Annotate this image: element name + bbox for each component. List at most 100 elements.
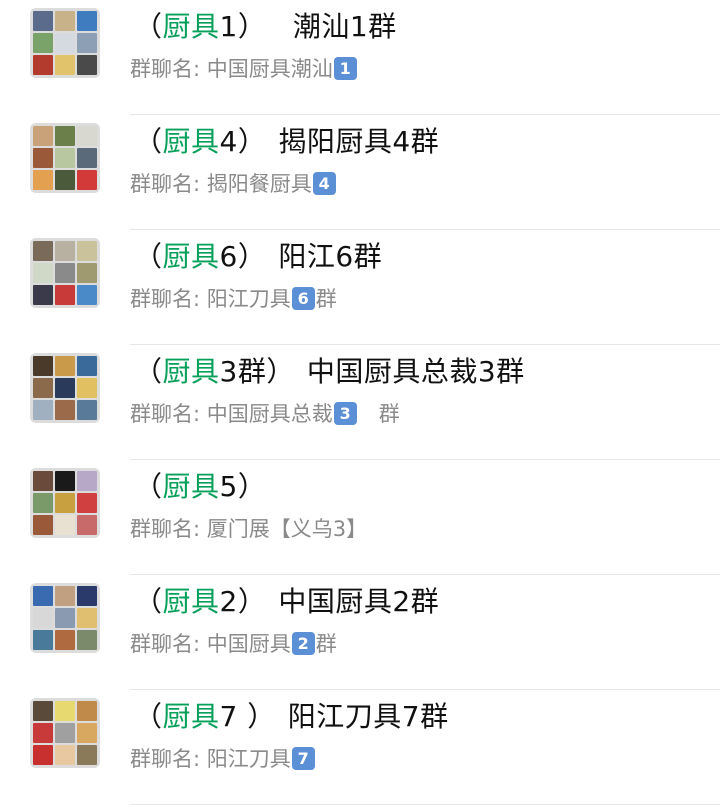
- member-avatar-tile: [55, 586, 75, 606]
- member-avatar-tile: [55, 378, 75, 398]
- member-avatar-tile: [33, 723, 53, 743]
- group-chat-name: 群聊名: 厦门展【义乌3】: [130, 515, 367, 543]
- group-chat-row[interactable]: （厨具5） 群聊名: 厦门展【义乌3】: [0, 460, 720, 575]
- group-chat-row[interactable]: （厨具2） 中国厨具2群 群聊名: 中国厨具 2 群: [0, 575, 720, 690]
- member-avatar-tile: [55, 471, 75, 491]
- member-avatar-tile: [55, 263, 75, 283]
- chat-name-text: 群聊名: 阳江刀具: [130, 747, 291, 771]
- member-avatar-tile: [77, 378, 97, 398]
- group-title: （厨具3群） 中国厨具总裁3群: [134, 355, 525, 389]
- member-avatar-tile: [55, 630, 75, 650]
- member-avatar-tile: [33, 515, 53, 535]
- keyword-highlight: 厨具: [162, 585, 220, 618]
- group-title: （厨具4） 揭阳厨具4群: [134, 125, 439, 159]
- member-avatar-tile: [55, 608, 75, 628]
- group-list: （厨具1） 潮汕1群 群聊名: 中国厨具潮汕 1 （厨具4） 揭阳厨具4群 群聊名: 揭阳…: [0, 0, 720, 805]
- member-avatar-tile: [77, 723, 97, 743]
- member-avatar-tile: [55, 241, 75, 261]
- group-name: 潮汕1群: [264, 10, 397, 43]
- member-avatar-tile: [77, 630, 97, 650]
- member-avatar-tile: [33, 263, 53, 283]
- group-title: （厨具7 ） 阳江刀具7群: [134, 700, 449, 734]
- member-avatar-tile: [77, 263, 97, 283]
- group-chat-row[interactable]: （厨具7 ） 阳江刀具7群群聊名: 阳江刀具 7: [0, 690, 720, 805]
- title-suffix: 3群）: [219, 355, 295, 388]
- title-suffix: 7 ）: [219, 700, 276, 733]
- member-avatar-tile: [77, 241, 97, 261]
- keyword-highlight: 厨具: [162, 240, 220, 273]
- member-avatar-tile: [33, 745, 53, 765]
- member-avatar-tile: [33, 493, 53, 513]
- member-avatar-tile: [77, 608, 97, 628]
- group-avatar: [30, 8, 100, 78]
- member-avatar-tile: [55, 356, 75, 376]
- group-name: 揭阳厨具4群: [278, 125, 440, 158]
- group-chat-name: 群聊名: 中国厨具 2 群: [130, 630, 337, 658]
- group-chat-row[interactable]: （厨具4） 揭阳厨具4群群聊名: 揭阳餐厨具 4: [0, 115, 720, 230]
- member-avatar-tile: [55, 33, 75, 53]
- title-suffix: 5）: [219, 470, 267, 503]
- group-chat-row[interactable]: （厨具3群） 中国厨具总裁3群群聊名: 中国厨具总裁 3 群: [0, 345, 720, 460]
- group-chat-name: 群聊名: 中国厨具总裁 3 群: [130, 400, 400, 428]
- keyword-highlight: 厨具: [162, 355, 220, 388]
- group-name: 中国厨具总裁3群: [306, 355, 525, 388]
- member-avatar-tile: [77, 356, 97, 376]
- member-avatar-tile: [33, 586, 53, 606]
- member-avatar-tile: [77, 586, 97, 606]
- group-chat-name: 群聊名: 中国厨具潮汕 1: [130, 55, 358, 83]
- chat-name-text: 群聊名: 中国厨具总裁: [130, 402, 333, 426]
- open-paren: （: [134, 10, 163, 43]
- member-avatar-tile: [55, 148, 75, 168]
- open-paren: （: [134, 700, 163, 733]
- group-chat-row[interactable]: （厨具6） 阳江6群 群聊名: 阳江刀具 6 群: [0, 230, 720, 345]
- member-avatar-tile: [77, 148, 97, 168]
- title-suffix: 6）: [219, 240, 267, 273]
- group-avatar: [30, 123, 100, 193]
- title-suffix: 1）: [219, 10, 253, 43]
- member-avatar-tile: [55, 170, 75, 190]
- group-chat-name: 群聊名: 揭阳餐厨具 4: [130, 170, 337, 198]
- chat-name-text: 群聊名: 中国厨具潮汕: [130, 57, 333, 81]
- number-emoji-icon: 6: [291, 287, 315, 310]
- member-avatar-tile: [33, 148, 53, 168]
- group-title: （厨具6） 阳江6群: [134, 240, 382, 274]
- member-avatar-tile: [55, 55, 75, 75]
- member-avatar-tile: [55, 723, 75, 743]
- member-avatar-tile: [33, 126, 53, 146]
- group-name: 中国厨具2群: [278, 585, 440, 618]
- group-name: 阳江6群: [278, 240, 383, 273]
- chat-name-text: 群聊名: 阳江刀具: [130, 287, 291, 311]
- member-avatar-tile: [33, 471, 53, 491]
- member-avatar-tile: [55, 400, 75, 420]
- group-avatar: [30, 238, 100, 308]
- keyword-highlight: 厨具: [162, 700, 220, 733]
- open-paren: （: [134, 585, 163, 618]
- group-avatar: [30, 698, 100, 768]
- group-name: 阳江刀具7群: [287, 700, 449, 733]
- number-emoji-icon: 7: [291, 747, 315, 770]
- open-paren: （: [134, 355, 163, 388]
- group-avatar: [30, 468, 100, 538]
- member-avatar-tile: [33, 170, 53, 190]
- member-avatar-tile: [33, 630, 53, 650]
- member-avatar-tile: [33, 33, 53, 53]
- member-avatar-tile: [77, 471, 97, 491]
- member-avatar-tile: [33, 55, 53, 75]
- group-chat-name: 群聊名: 阳江刀具 6 群: [130, 285, 337, 313]
- number-emoji-icon: 3: [333, 402, 357, 425]
- member-avatar-tile: [33, 241, 53, 261]
- number-emoji-icon: 2: [291, 632, 315, 655]
- number-emoji-icon: 1: [333, 57, 357, 80]
- group-chat-row[interactable]: （厨具1） 潮汕1群群聊名: 中国厨具潮汕 1: [0, 0, 720, 115]
- member-avatar-tile: [77, 515, 97, 535]
- member-avatar-tile: [77, 493, 97, 513]
- group-title: （厨具5）: [134, 470, 278, 504]
- chat-name-suffix: 群: [315, 632, 337, 656]
- member-avatar-tile: [55, 745, 75, 765]
- group-title: （厨具1） 潮汕1群: [134, 10, 397, 44]
- open-paren: （: [134, 470, 163, 503]
- member-avatar-tile: [33, 400, 53, 420]
- member-avatar-tile: [55, 285, 75, 305]
- member-avatar-tile: [77, 126, 97, 146]
- keyword-highlight: 厨具: [162, 470, 220, 503]
